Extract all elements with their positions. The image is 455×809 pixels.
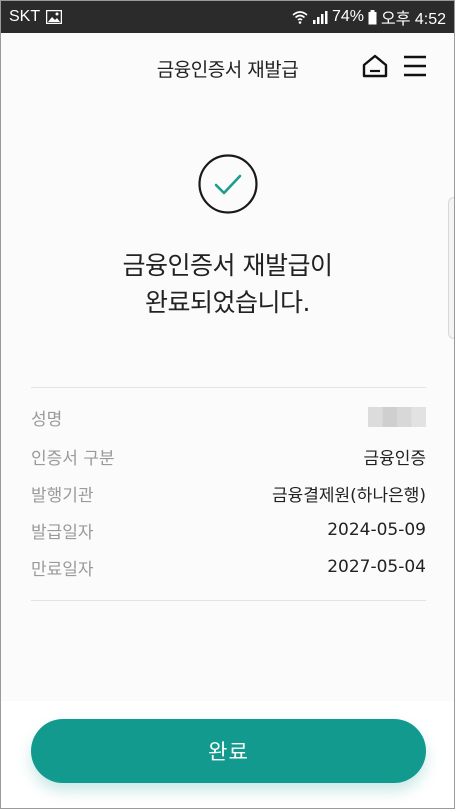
detail-row-issuer: 발행기관 금융결제원(하나은행) bbox=[31, 478, 426, 508]
detail-label: 인증서 구분 bbox=[31, 448, 115, 469]
detail-label: 만료일자 bbox=[31, 559, 94, 580]
battery-icon bbox=[368, 9, 377, 25]
completion-message-line2: 완료되었습니다. bbox=[145, 288, 310, 317]
gallery-notification-icon bbox=[46, 10, 63, 24]
app-header: 금융인증서 재발급 bbox=[1, 33, 454, 101]
status-bar: SKT 74% 오후 4:52 bbox=[1, 1, 454, 33]
signal-icon bbox=[312, 9, 328, 25]
edge-panel-handle[interactable] bbox=[448, 197, 454, 339]
detail-value: 금융결제원(하나은행) bbox=[271, 485, 426, 506]
detail-row-name: 성명 bbox=[31, 402, 426, 432]
carrier-label: SKT bbox=[9, 8, 41, 25]
home-button[interactable] bbox=[362, 53, 388, 79]
masked-name-value bbox=[368, 407, 426, 427]
detail-value: 2024-05-09 bbox=[327, 520, 426, 540]
done-button[interactable]: 완료 bbox=[31, 719, 426, 783]
detail-row-expiry-date: 만료일자 2027-05-04 bbox=[31, 552, 426, 582]
app-frame: SKT 74% 오후 4:52 금융인증서 재발급 금융인증서 재발급이 완료되… bbox=[0, 0, 455, 809]
detail-value: 2027-05-04 bbox=[327, 557, 426, 577]
battery-percent: 74% bbox=[331, 8, 364, 25]
clock: 오후 4:52 bbox=[380, 11, 446, 28]
completion-message-line1: 금융인증서 재발급이 bbox=[122, 251, 333, 280]
completion-message: 금융인증서 재발급이 완료되었습니다. bbox=[1, 247, 454, 321]
divider-top bbox=[31, 387, 426, 388]
detail-value: 금융인증 bbox=[363, 448, 426, 469]
detail-label: 성명 bbox=[31, 409, 63, 430]
menu-button[interactable] bbox=[403, 54, 427, 78]
home-icon bbox=[362, 54, 388, 78]
check-circle-icon bbox=[198, 154, 258, 214]
detail-label: 발급일자 bbox=[31, 522, 94, 543]
detail-row-issue-date: 발급일자 2024-05-09 bbox=[31, 515, 426, 545]
hamburger-menu-icon bbox=[404, 55, 426, 77]
detail-label: 발행기관 bbox=[31, 485, 94, 506]
wifi-icon bbox=[292, 9, 308, 25]
divider-bottom bbox=[31, 600, 426, 601]
detail-row-cert-type: 인증서 구분 금융인증 bbox=[31, 441, 426, 471]
